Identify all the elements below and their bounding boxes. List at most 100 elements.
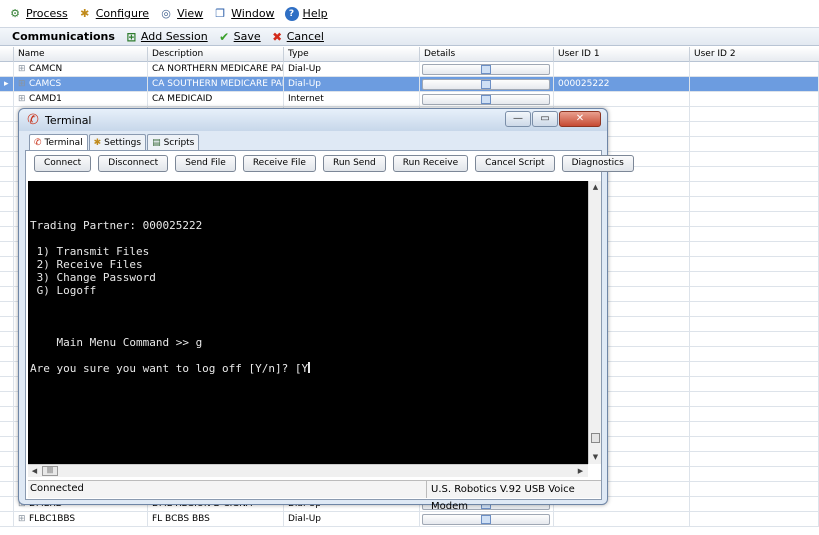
cell-user-id-2[interactable] [690,287,819,301]
row-indicator[interactable] [0,92,14,106]
cell-user-id-2[interactable] [690,62,819,76]
horizontal-scrollbar[interactable]: ◀ ||| ▶ [28,464,588,477]
cell-name[interactable]: ⊞ FLBC1BBS [14,512,148,526]
cell-user-id-2[interactable] [690,362,819,376]
column-header-details[interactable]: Details [420,47,554,62]
menu-process[interactable]: ⚙ Process [8,7,68,21]
cell-description[interactable]: CA SOUTHERN MEDICARE PART B [148,77,284,91]
row-indicator[interactable] [0,287,14,301]
add-session-button[interactable]: ⊞ Add Session [125,30,207,44]
row-indicator[interactable] [0,407,14,421]
cell-description[interactable]: CA MEDICAID [148,92,284,106]
cell-user-id-2[interactable] [690,332,819,346]
row-indicator[interactable] [0,332,14,346]
run-send-button[interactable]: Run Send [322,155,386,172]
scroll-down-arrow-icon[interactable]: ▼ [589,451,602,464]
details-button[interactable] [422,79,550,90]
row-indicator[interactable] [0,437,14,451]
cell-user-id-2[interactable] [690,227,819,241]
row-indicator[interactable] [0,137,14,151]
row-indicator[interactable] [0,242,14,256]
disconnect-button[interactable]: Disconnect [98,155,169,172]
row-indicator[interactable] [0,227,14,241]
cell-user-id-2[interactable] [690,302,819,316]
tab-terminal[interactable]: ✆ Terminal [29,134,88,151]
cell-name[interactable]: ⊞ CAMD1 [14,92,148,106]
cell-user-id-2[interactable] [690,377,819,391]
cell-user-id-2[interactable] [690,77,819,91]
connect-button[interactable]: Connect [34,155,92,172]
row-indicator[interactable] [0,212,14,226]
row-indicator[interactable] [0,257,14,271]
cell-type[interactable]: Dial-Up [284,77,420,91]
cell-type[interactable]: Dial-Up [284,62,420,76]
row-indicator[interactable] [0,182,14,196]
cell-user-id-2[interactable] [690,482,819,496]
menu-configure[interactable]: ✱ Configure [78,7,149,21]
details-cell[interactable] [420,92,554,106]
menu-view[interactable]: ◎ View [159,7,203,21]
table-row[interactable]: ⊞CAMCN CA NORTHERN MEDICARE PART B Dial-Up [0,62,819,77]
cell-user-id-2[interactable] [690,317,819,331]
table-row[interactable]: ▸⊞CAMCSCA SOUTHERN MEDICARE PART BDial-U… [0,77,819,92]
cell-description[interactable]: CA NORTHERN MEDICARE PART B [148,62,284,76]
cell-type[interactable]: Internet [284,92,420,106]
tab-settings[interactable]: ✱ Settings [88,134,147,150]
scroll-up-arrow-icon[interactable]: ▲ [589,181,602,194]
cell-user-id-2[interactable] [690,92,819,106]
cell-name[interactable]: ⊞ CAMCN [14,62,148,76]
row-indicator[interactable] [0,62,14,76]
cell-user-id-2[interactable] [690,392,819,406]
table-row[interactable]: ⊞ FLBC1BBS FL BCBS BBS Dial-Up [0,512,819,527]
cell-user-id-2[interactable] [690,152,819,166]
cell-user-id-2[interactable] [690,212,819,226]
close-button[interactable]: ✕ [559,111,601,127]
menu-help[interactable]: ? Help [284,6,328,21]
column-header-name[interactable]: Name [14,47,148,62]
row-indicator[interactable] [0,107,14,121]
send-file-button[interactable]: Send File [175,155,236,172]
cell-user-id-2[interactable] [690,242,819,256]
scroll-right-arrow-icon[interactable]: ▶ [574,465,587,478]
column-header-user-id-2[interactable]: User ID 2 [690,47,819,62]
cell-user-id-1[interactable] [554,62,690,76]
row-indicator[interactable] [0,467,14,481]
details-button[interactable] [422,94,550,105]
expand-icon[interactable]: ⊞ [18,512,27,526]
table-row[interactable]: ⊞ CAMD1 CA MEDICAID Internet [0,92,819,107]
terminal-screen[interactable]: Trading Partner: 000025222 1) Transmit F… [28,181,588,464]
details-cell[interactable] [420,77,554,91]
expand-icon[interactable]: ⊞ [18,77,27,91]
scroll-grip-icon[interactable] [591,433,600,443]
row-indicator[interactable] [0,452,14,466]
row-indicator[interactable] [0,392,14,406]
row-indicator[interactable] [0,167,14,181]
row-indicator[interactable]: ▸ [0,77,14,91]
details-button[interactable] [422,64,550,75]
cell-user-id-2[interactable] [690,122,819,136]
horizontal-scroll-thumb[interactable]: ||| [42,466,58,476]
column-header-type[interactable]: Type [284,47,420,62]
row-indicator[interactable] [0,377,14,391]
row-indicator[interactable] [0,362,14,376]
expand-icon[interactable]: ⊞ [18,62,27,76]
scroll-left-arrow-icon[interactable]: ◀ [28,465,41,478]
cell-user-id-2[interactable] [690,137,819,151]
cell-user-id-1[interactable]: 000025222 [554,77,690,91]
terminal-title-bar[interactable]: ✆ Terminal — ▭ ✕ [19,109,607,131]
tab-scripts[interactable]: ▤ Scripts [147,134,200,150]
cell-user-id-2[interactable] [690,197,819,211]
save-button[interactable]: ✔ Save [218,30,261,44]
cell-user-id-2[interactable] [690,107,819,121]
cell-user-id-2[interactable] [690,167,819,181]
column-header-user-id-1[interactable]: User ID 1 [554,47,690,62]
details-cell[interactable] [420,62,554,76]
row-indicator[interactable] [0,497,14,511]
cell-user-id-2[interactable] [690,512,819,526]
row-indicator[interactable] [0,122,14,136]
diagnostics-button[interactable]: Diagnostics [561,155,634,172]
row-indicator[interactable] [0,317,14,331]
cell-user-id-2[interactable] [690,182,819,196]
column-header-description[interactable]: Description [148,47,284,62]
cancel-button[interactable]: ✖ Cancel [271,30,324,44]
